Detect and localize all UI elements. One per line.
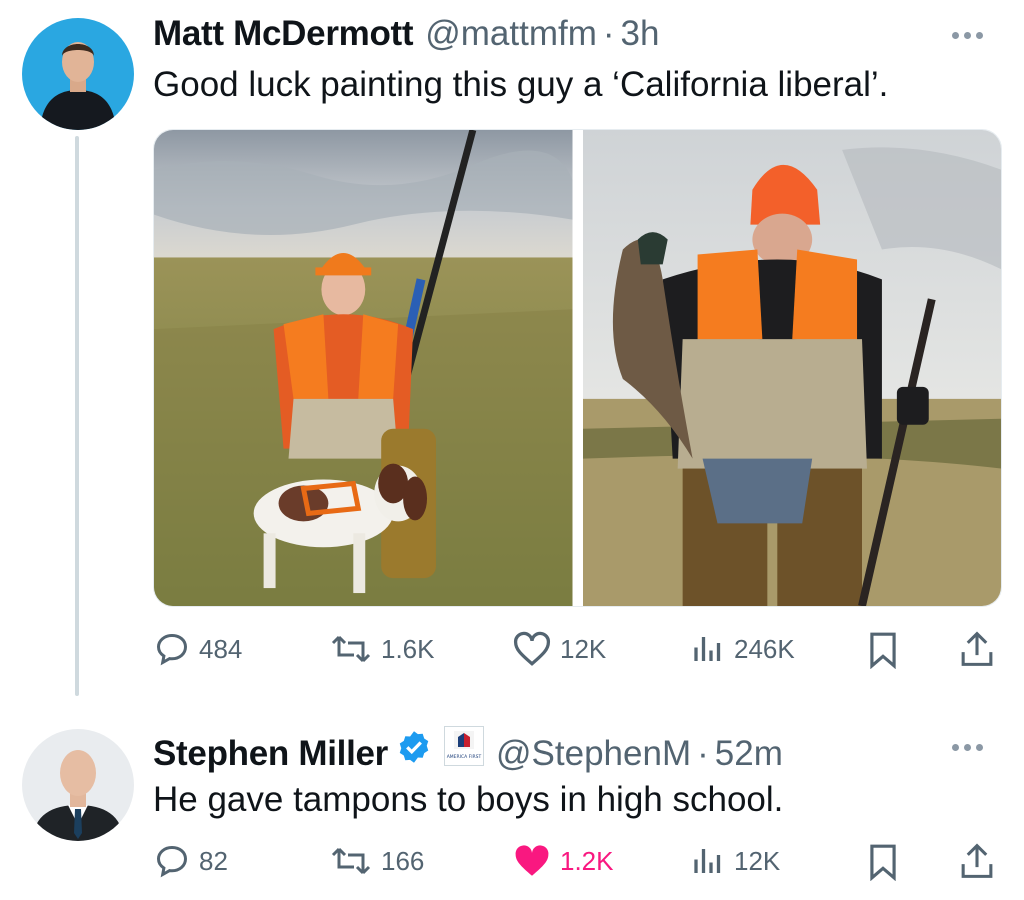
reply-button[interactable]: 82 [153, 843, 228, 879]
like-button[interactable]: 1.2K [512, 843, 614, 879]
bookmark-button[interactable] [866, 843, 900, 881]
bookmark-icon [870, 844, 896, 881]
like-count: 12K [560, 633, 607, 664]
separator-dot: · [602, 14, 615, 53]
avatar-matt-mcdermott[interactable] [22, 18, 134, 130]
verified-icon[interactable] [396, 729, 432, 765]
repost-icon [331, 847, 371, 875]
tweet-text: He gave tampons to boys in high school. [153, 780, 784, 819]
separator-dot: · [697, 734, 709, 773]
views-icon [694, 849, 721, 873]
author-handle[interactable]: @StephenM [496, 734, 691, 774]
like-icon [515, 845, 549, 876]
photo-hunter-with-dog[interactable] [154, 130, 573, 606]
reply-icon [156, 633, 188, 666]
repost-count: 1.6K [381, 633, 435, 664]
repost-button[interactable]: 1.6K [329, 631, 435, 667]
post-time[interactable]: 52m [715, 734, 783, 774]
views-icon [694, 637, 721, 661]
repost-button[interactable]: 166 [329, 843, 424, 879]
views-count: 246K [734, 633, 795, 664]
author-name[interactable]: Stephen Miller [153, 734, 388, 774]
thread-connector-line [75, 136, 79, 696]
more-icon[interactable] [952, 32, 983, 39]
tweet2-header: Stephen Miller AMERICA FIRST @StephenM ·… [153, 726, 783, 774]
affiliate-badge-text: AMERICA FIRST [447, 754, 482, 760]
tweet-text: Good luck painting this guy a ‘Californi… [153, 65, 889, 104]
repost-icon [331, 635, 371, 663]
like-count: 1.2K [560, 845, 614, 876]
bookmark-button[interactable] [866, 631, 900, 669]
author-name[interactable]: Matt McDermott [153, 14, 414, 54]
author-handle[interactable]: @mattmfm [425, 14, 597, 54]
share-icon [961, 843, 993, 878]
repost-count: 166 [381, 845, 425, 876]
reply-count: 484 [199, 633, 243, 664]
tweet-media-grid[interactable] [153, 129, 1002, 607]
avatar-stephen-miller[interactable] [22, 729, 134, 841]
post-time[interactable]: 3h [621, 14, 660, 54]
share-icon [961, 631, 993, 666]
more-icon[interactable] [952, 744, 983, 751]
affiliate-badge[interactable]: AMERICA FIRST [444, 726, 485, 766]
views-button[interactable]: 246K [690, 631, 795, 667]
tweet1-header: Matt McDermott @mattmfm · 3h [153, 14, 659, 54]
photo-hunter-with-pheasant[interactable] [582, 130, 1001, 606]
views-button[interactable]: 12K [690, 843, 780, 879]
views-count: 12K [734, 845, 781, 876]
share-button[interactable] [958, 629, 996, 669]
reply-icon [156, 845, 188, 878]
bookmark-icon [870, 632, 896, 669]
reply-count: 82 [199, 845, 228, 876]
like-button[interactable]: 12K [512, 631, 606, 667]
reply-button[interactable]: 484 [153, 631, 242, 667]
share-button[interactable] [958, 841, 996, 881]
like-icon [513, 631, 551, 666]
